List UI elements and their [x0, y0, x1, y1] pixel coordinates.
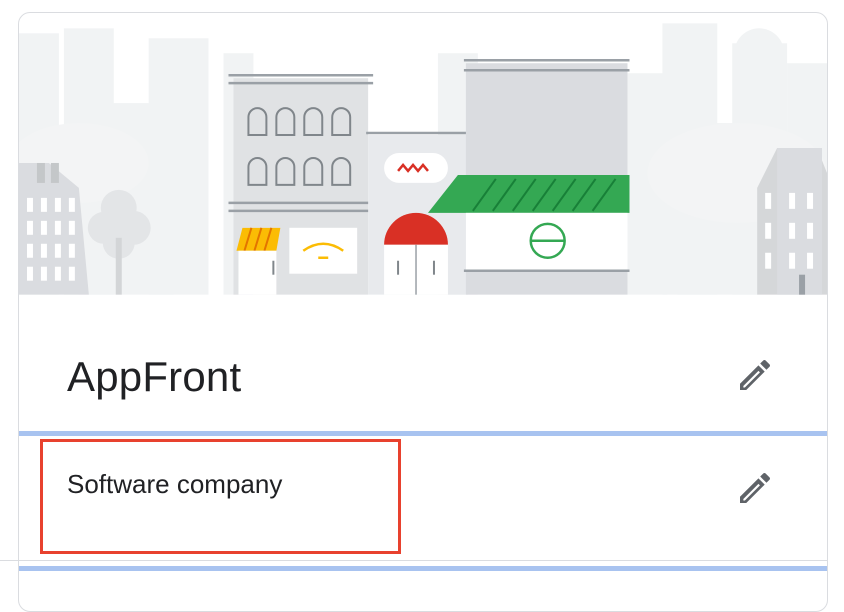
separator-line — [0, 560, 828, 561]
business-name-section: AppFront — [19, 295, 827, 431]
highlight-box — [40, 439, 401, 554]
edit-category-button[interactable] — [733, 466, 777, 510]
pencil-icon — [740, 473, 771, 503]
business-name: AppFront — [67, 353, 242, 400]
storefront-illustration — [19, 23, 827, 295]
edit-name-button[interactable] — [733, 353, 777, 397]
pencil-icon — [740, 360, 771, 390]
focus-divider-bottom — [19, 566, 827, 571]
